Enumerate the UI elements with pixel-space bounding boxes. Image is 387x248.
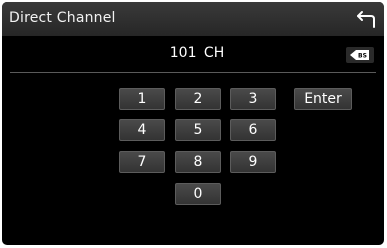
header-bar: Direct Channel [2, 2, 384, 36]
direct-channel-screen: Direct Channel 101 CH BS 1 2 3 Enter 4 5… [2, 2, 384, 245]
key-0[interactable]: 0 [175, 183, 221, 205]
channel-number-readout: 101 CH [169, 45, 225, 61]
key-7[interactable]: 7 [119, 151, 165, 173]
display-divider [10, 72, 376, 73]
back-arrow-icon [357, 11, 375, 28]
key-3[interactable]: 3 [230, 88, 276, 110]
enter-button[interactable]: Enter [294, 88, 352, 110]
key-8[interactable]: 8 [175, 151, 221, 173]
key-2[interactable]: 2 [175, 88, 221, 110]
key-9[interactable]: 9 [230, 151, 276, 173]
key-5[interactable]: 5 [175, 119, 221, 141]
backspace-label: BS [358, 53, 367, 60]
key-6[interactable]: 6 [230, 119, 276, 141]
backspace-button[interactable]: BS [346, 47, 374, 63]
channel-display: 101 CH [2, 36, 384, 72]
back-button[interactable] [356, 8, 378, 30]
key-1[interactable]: 1 [119, 88, 165, 110]
key-4[interactable]: 4 [119, 119, 165, 141]
backspace-icon: BS [350, 50, 369, 60]
page-title: Direct Channel [9, 10, 116, 26]
